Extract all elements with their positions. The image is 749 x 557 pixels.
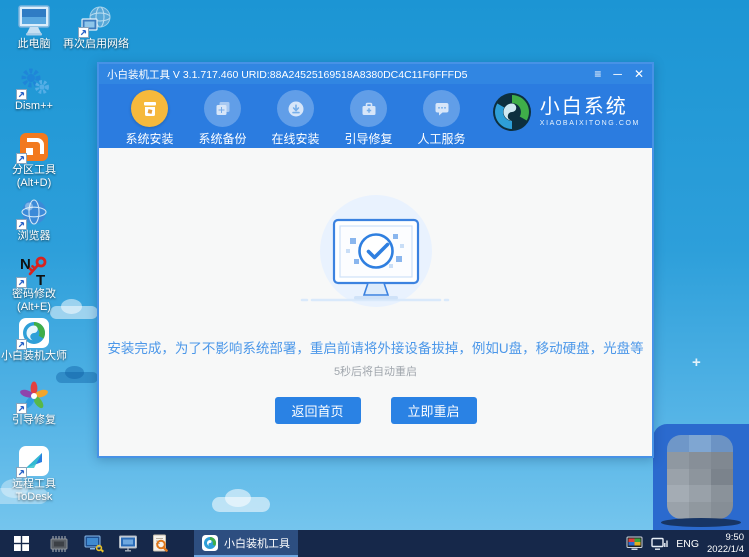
xiaobai-app-icon xyxy=(202,534,218,551)
window-content: 安装完成，为了不影响系统部署，重启前请将外接设备拔掉，例如U盘，移动硬盘，光盘等… xyxy=(99,148,652,456)
document-magnifier-icon xyxy=(153,534,168,552)
desktop-icon-label: 分区工具 xyxy=(12,164,56,176)
desktop-icon-xiaobai-master[interactable]: 小白装机大师 xyxy=(1,316,67,363)
system-backup-icon xyxy=(204,90,241,127)
shortcut-arrow-icon xyxy=(16,403,27,414)
brand-logo: 小白系统 XIAOBAIXITONG.COM xyxy=(492,92,640,132)
partition-tool-icon xyxy=(15,130,53,164)
cpu-chip-icon xyxy=(50,535,68,552)
tab-label: 系统备份 xyxy=(198,132,247,146)
restart-now-button[interactable]: 立即重启 xyxy=(390,397,477,424)
desktop-icon-label: (Alt+E) xyxy=(17,300,51,313)
desktop-icon-label: 密码修改 xyxy=(12,288,56,300)
desktop-icon-browser[interactable]: 浏览器 xyxy=(2,196,66,243)
shortcut-arrow-icon xyxy=(78,27,89,38)
brand-site: XIAOBAIXITONG.COM xyxy=(539,120,640,127)
shortcut-arrow-icon xyxy=(16,153,27,164)
desktop-icon-todesk[interactable]: 远程工具 ToDesk xyxy=(2,444,66,504)
taskbar-item-chip-tool[interactable] xyxy=(48,535,70,553)
desktop-icon-reenable-network[interactable]: 再次启用网络 xyxy=(63,4,129,51)
gears-icon xyxy=(15,66,53,100)
shortcut-arrow-icon xyxy=(16,277,27,288)
tray-network-icon[interactable] xyxy=(651,537,668,551)
desktop-icon-this-pc[interactable]: 此电脑 xyxy=(2,4,66,51)
xiaobai-logo-icon xyxy=(15,316,53,350)
desktop-icon-password-change[interactable]: NT 密码修改 (Alt+E) xyxy=(2,254,66,314)
clock-date: 2022/1/4 xyxy=(707,543,744,555)
minimize-icon[interactable]: ─ xyxy=(613,68,622,80)
window-titlebar[interactable]: 小白装机工具 V 3.1.717.460 URID:88A24525169518… xyxy=(99,64,652,84)
desktop-icon-label: 浏览器 xyxy=(17,230,51,242)
brand-name: 小白系统 xyxy=(539,96,628,118)
nt-password-key-icon: NT xyxy=(15,254,53,288)
svg-text:T: T xyxy=(36,272,45,288)
desktop-icon-partition-tool[interactable]: 分区工具 (Alt+D) xyxy=(2,130,66,190)
desktop-icon-label: ToDesk xyxy=(15,490,53,503)
tab-label: 人工服务 xyxy=(417,132,466,146)
close-icon[interactable]: ✕ xyxy=(634,68,644,80)
tab-label: 系统安装 xyxy=(125,132,174,146)
taskbar-item-file-viewer[interactable] xyxy=(152,534,168,553)
windows-logo-icon xyxy=(13,536,29,551)
cloud xyxy=(212,488,270,512)
pixelated-mosaic xyxy=(667,435,733,519)
pinwheel-icon xyxy=(15,380,53,414)
browser-globe-icon xyxy=(15,196,53,230)
desktop-icon-label: 引导修复 xyxy=(12,414,56,426)
xiaobai-swirl-icon xyxy=(492,93,531,131)
taskbar-item-password-tool[interactable] xyxy=(84,535,104,553)
tab-boot-repair[interactable]: 引导修复 xyxy=(332,90,405,147)
desktop-icon-label: (Alt+D) xyxy=(16,176,52,189)
desktop-icon-dism[interactable]: Dism++ xyxy=(2,66,66,113)
this-pc-icon xyxy=(15,4,53,38)
window-header: 系统安装 系统备份 在线安装 引导修复 人工服务 小白系统 XIAOBAIXIT… xyxy=(99,84,652,148)
install-complete-illustration xyxy=(300,195,449,307)
mosaic-shadow xyxy=(661,518,741,527)
xiaobai-tool-window: 小白装机工具 V 3.1.717.460 URID:88A24525169518… xyxy=(97,62,654,458)
desktop-icon-label: Dism++ xyxy=(15,100,53,112)
network-globe-icon xyxy=(77,4,115,38)
todesk-icon xyxy=(15,444,53,478)
monitor-key-icon xyxy=(84,535,104,553)
tab-system-backup[interactable]: 系统备份 xyxy=(186,90,259,147)
desktop-icon-label: 远程工具 xyxy=(12,478,56,490)
return-home-button[interactable]: 返回首页 xyxy=(274,397,361,424)
online-install-icon xyxy=(277,90,314,127)
censored-widget xyxy=(653,424,749,530)
auto-restart-countdown: 5秒后将自动重启 xyxy=(333,366,418,378)
menu-icon[interactable]: ≡ xyxy=(594,68,601,80)
taskbar-active-task[interactable]: 小白装机工具 xyxy=(194,530,298,557)
desktop-icon-boot-repair[interactable]: 引导修复 xyxy=(2,380,66,427)
shortcut-arrow-icon xyxy=(16,339,27,350)
system-install-icon xyxy=(131,90,168,127)
manual-service-icon xyxy=(423,90,460,127)
boot-repair-icon xyxy=(350,90,387,127)
monitor-icon xyxy=(119,535,137,551)
sparkle-decoration: + xyxy=(692,354,701,371)
tab-label: 在线安装 xyxy=(271,132,320,146)
shortcut-arrow-icon xyxy=(16,89,27,100)
active-task-label: 小白装机工具 xyxy=(224,537,290,550)
language-indicator[interactable]: ENG xyxy=(676,538,699,550)
tab-label: 引导修复 xyxy=(344,132,393,146)
tab-manual-service[interactable]: 人工服务 xyxy=(405,90,478,147)
install-complete-message: 安装完成，为了不影响系统部署，重启前请将外接设备拔掉，例如U盘，移动硬盘，光盘等 xyxy=(107,341,644,356)
taskbar-item-pc-tool[interactable] xyxy=(118,535,138,553)
tab-online-install[interactable]: 在线安装 xyxy=(259,90,332,147)
start-button[interactable] xyxy=(0,530,42,557)
taskbar: 小白装机工具 ENG 9:50 2022/1/4 xyxy=(0,530,749,557)
desktop-icon-label: 此电脑 xyxy=(17,38,51,50)
desktop: + 此电脑 再次启用网络 Dism++ 分区工具 (Alt+D) 浏览器 N T… xyxy=(0,0,749,557)
desktop-icon-label: 再次启用网络 xyxy=(63,38,129,50)
desktop-icon-label: 小白装机大师 xyxy=(1,350,67,362)
shortcut-arrow-icon xyxy=(16,219,27,230)
window-title: 小白装机工具 V 3.1.717.460 URID:88A24525169518… xyxy=(107,68,468,81)
clock[interactable]: 9:50 2022/1/4 xyxy=(707,532,744,555)
svg-text:N: N xyxy=(20,256,31,273)
shortcut-arrow-icon xyxy=(16,467,27,478)
tray-display-color-icon[interactable] xyxy=(626,536,643,551)
clock-time: 9:50 xyxy=(725,532,745,544)
tab-system-install[interactable]: 系统安装 xyxy=(113,90,186,147)
